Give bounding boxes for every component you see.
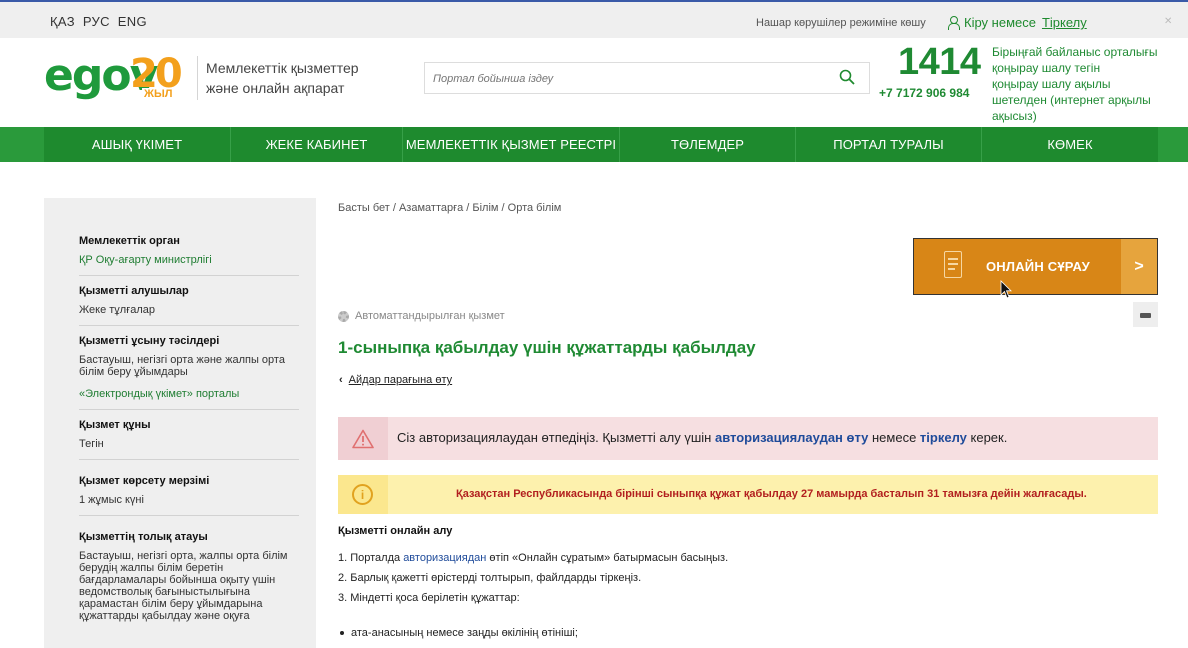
auth-alert-text: Сіз авторизациялаудан өтпедіңіз. Қызметт… xyxy=(397,430,1007,445)
sidebar-value: Бастауыш, негізгі орта, жалпы орта білім… xyxy=(79,550,288,622)
page-title: 1-сыныпқа қабылдау үшін құжаттарды қабыл… xyxy=(338,338,756,357)
back-link-label: Айдар парағына өту xyxy=(348,374,453,386)
sidebar-heading: Қызмет құны xyxy=(79,419,151,431)
hotline-desc-line: қоңырау шалу тегін xyxy=(992,61,1101,75)
step-text: 1. Порталда xyxy=(338,552,404,564)
nav-help[interactable]: КӨМЕК xyxy=(982,127,1158,162)
info-icon: i xyxy=(352,484,373,505)
sidebar-heading: Қызметті алушылар xyxy=(79,285,189,297)
printer-icon xyxy=(1140,309,1151,322)
automated-service-text: Автоматтандырылған қызмет xyxy=(355,310,505,322)
sidebar-value: Жеке тұлғалар xyxy=(79,304,155,316)
login-area: Кіру немесе Тіркелу xyxy=(948,15,1087,30)
nav-edge xyxy=(1158,127,1188,162)
header-divider xyxy=(197,56,198,100)
logo-anniversary-label: ЖЫЛ xyxy=(142,88,175,100)
nav-edge xyxy=(0,127,44,162)
step-item: 3. Міндетті қоса берілетін құжаттар: xyxy=(338,592,520,604)
back-link[interactable]: ‹ Айдар парағына өту xyxy=(339,374,452,386)
sidebar-value: Тегін xyxy=(79,438,104,450)
register-inline-link[interactable]: тіркелу xyxy=(920,430,967,445)
lang-rus[interactable]: РУС xyxy=(83,14,110,29)
register-link[interactable]: Тіркелу xyxy=(1042,15,1087,30)
step-text: өтіп «Онлайн сұратым» батырмасын басыңыз… xyxy=(486,552,729,564)
sidebar-egov-portal-link[interactable]: «Электрондық үкімет» порталы xyxy=(79,388,299,400)
list-item: ата-анасының немесе заңды өкілінің өтіні… xyxy=(340,623,578,643)
breadcrumb[interactable]: Басты бет / Азаматтарға / Білім / Орта б… xyxy=(338,202,561,214)
main-nav: АШЫҚ ҮКІМЕТ ЖЕКЕ КАБИНЕТ МЕМЛЕКЕТТІК ҚЫЗ… xyxy=(0,127,1188,162)
step-item: 1. Порталда авторизациядан өтіп «Онлайн … xyxy=(338,548,728,568)
document-icon xyxy=(944,251,962,278)
sidebar-heading: Қызметті ұсыну тәсілдері xyxy=(79,335,220,347)
lang-eng[interactable]: ENG xyxy=(118,14,147,29)
chevron-left-icon: ‹ xyxy=(339,374,343,386)
info-alert: i Қазақстан Республикасында бірінші сыны… xyxy=(338,475,1158,514)
top-bar: ҚАЗ РУС ENG Нашар көрушілер режиміне көш… xyxy=(0,2,1188,38)
hotline-intl-phone[interactable]: +7 7172 906 984 xyxy=(879,86,969,100)
tagline-line-1: Мемлекеттік қызметтер xyxy=(206,60,359,76)
egov-logo[interactable]: egov 20 ЖЫЛ xyxy=(44,50,192,102)
nav-personal-cabinet[interactable]: ЖЕКЕ КАБИНЕТ xyxy=(231,127,403,162)
accessibility-mode-link[interactable]: Нашар көрушілер режиміне көшу xyxy=(756,17,926,29)
mouse-cursor-icon xyxy=(1000,280,1012,299)
search-box xyxy=(424,62,870,94)
chevron-right-icon: > xyxy=(1121,239,1157,294)
hotline-desc-line: ) xyxy=(1032,109,1037,123)
sidebar-heading: Мемлекеттік орган xyxy=(79,235,180,247)
auth-required-alert: Сіз авторизациялаудан өтпедіңіз. Қызметт… xyxy=(338,417,1158,460)
nav-open-government[interactable]: АШЫҚ ҮКІМЕТ xyxy=(44,127,231,162)
sidebar-value: 1 жұмыс күні xyxy=(79,494,144,506)
gear-icon xyxy=(338,310,349,322)
nav-payments[interactable]: ТӨЛЕМДЕР xyxy=(620,127,796,162)
search-input[interactable] xyxy=(433,69,833,89)
instruction-steps: 1. Порталда авторизациядан өтіп «Онлайн … xyxy=(338,548,728,608)
authorization-link[interactable]: авторизациядан xyxy=(403,552,486,564)
hotline-number[interactable]: 1414 xyxy=(898,40,981,84)
automated-service-label: Автоматтандырылған қызмет xyxy=(338,310,505,322)
hotline-desc-line: шетелден ( xyxy=(992,93,1055,107)
auth-alert-text-part: керек. xyxy=(966,430,1008,445)
service-info-sidebar: Мемлекеттік орган ҚР Оқу-ағарту министрл… xyxy=(44,198,316,648)
sidebar-heading: Қызметтің толық атауы xyxy=(79,531,208,543)
hotline-description: Бірыңғай байланыс орталығы қоңырау шалу … xyxy=(992,44,1162,124)
warning-icon xyxy=(352,429,374,449)
login-link[interactable]: Кіру немесе xyxy=(964,15,1036,30)
hotline-desc-line: Бірыңғай байланыс орталығы xyxy=(992,45,1158,59)
nav-about-portal[interactable]: ПОРТАЛ ТУРАЛЫ xyxy=(796,127,982,162)
print-button[interactable] xyxy=(1133,302,1158,327)
lang-kaz[interactable]: ҚАЗ xyxy=(50,14,75,29)
login-inline-link[interactable]: авторизациялаудан өту xyxy=(715,430,868,445)
auth-alert-text-part: немесе xyxy=(868,430,920,445)
info-alert-text: Қазақстан Республикасында бірінші сыныпқ… xyxy=(456,488,1087,500)
auth-alert-text-part: Сіз авторизациялаудан өтпедіңіз. Қызметт… xyxy=(397,430,715,445)
nav-service-registry[interactable]: МЕМЛЕКЕТТІК ҚЫЗМЕТ РЕЕСТРІ xyxy=(403,127,620,162)
sidebar-value: Бастауыш, негізгі орта және жалпы орта б… xyxy=(79,354,285,378)
sidebar-organ-link[interactable]: ҚР Оқу-ағарту министрлігі xyxy=(79,254,299,266)
search-icon[interactable] xyxy=(839,69,855,85)
site-tagline: Мемлекеттік қызметтер және онлайн ақпара… xyxy=(206,58,359,98)
step-item: 2. Барлық қажетті өрістерді толтырып, фа… xyxy=(338,572,642,584)
required-documents-list: ата-анасының немесе заңды өкілінің өтіні… xyxy=(340,623,578,643)
sidebar-heading: Қызмет көрсету мерзімі xyxy=(79,475,210,487)
tagline-line-2: және онлайн ақпарат xyxy=(206,80,345,96)
online-request-button[interactable]: ОНЛАЙН СҰРАУ > xyxy=(913,238,1158,295)
language-switcher: ҚАЗ РУС ENG xyxy=(50,14,147,29)
section-heading: Қызметті онлайн алу xyxy=(338,525,453,537)
window-control-icon[interactable]: ✕ xyxy=(1164,16,1174,27)
online-request-label: ОНЛАЙН СҰРАУ xyxy=(986,259,1090,274)
hotline-desc-line: қоңырау шалу ақылы xyxy=(992,77,1111,91)
user-icon xyxy=(948,16,960,30)
